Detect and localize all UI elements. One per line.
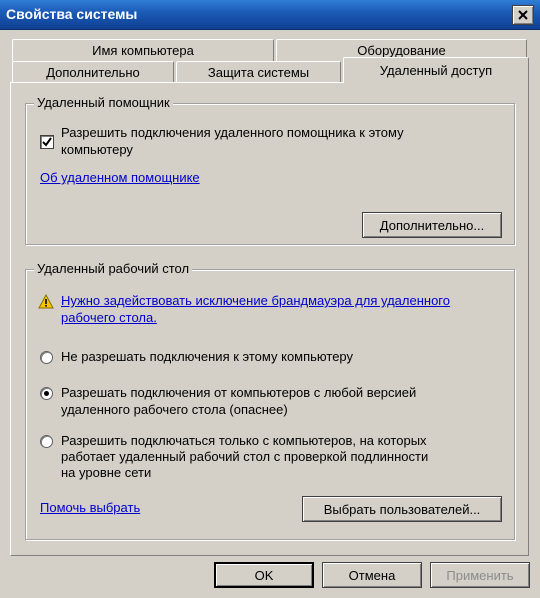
button-label: Применить: [446, 567, 514, 583]
button-label: Выбрать пользователей...: [323, 501, 481, 517]
allow-assistance-label-2: компьютеру: [61, 142, 133, 157]
firewall-warning-link-2[interactable]: рабочего стола.: [61, 310, 157, 326]
dialog-body: Имя компьютера Оборудование Дополнительн…: [0, 30, 540, 598]
tab-remote[interactable]: Удаленный доступ: [343, 57, 529, 83]
button-label: Дополнительно...: [379, 217, 485, 233]
firewall-warning-link-1[interactable]: Нужно задействовать исключение брандмауэ…: [61, 293, 450, 309]
tab-label: Удаленный доступ: [379, 63, 493, 78]
allow-assistance-checkbox[interactable]: [40, 135, 54, 149]
radio-allow-any-version[interactable]: [40, 387, 53, 400]
apply-button[interactable]: Применить: [430, 562, 530, 588]
about-assistance-link[interactable]: Об удаленном помощнике: [40, 170, 200, 186]
option-nla-label-2: работает удаленный рабочий стол с провер…: [61, 449, 429, 464]
button-label: Отмена: [348, 567, 396, 583]
remote-desktop-group: Удаленный рабочий стол Нужно задействова…: [25, 261, 515, 540]
tab-label: Дополнительно: [46, 65, 140, 80]
tab-advanced[interactable]: Дополнительно: [12, 61, 174, 83]
cancel-button[interactable]: Отмена: [322, 562, 422, 588]
window-title: Свойства системы: [6, 6, 138, 22]
radio-deny-connections[interactable]: [40, 351, 53, 364]
allow-assistance-label-1: Разрешить подключения удаленного помощни…: [61, 125, 404, 140]
select-users-button[interactable]: Выбрать пользователей...: [302, 496, 502, 522]
remote-desktop-legend: Удаленный рабочий стол: [34, 261, 193, 276]
close-button[interactable]: [512, 5, 534, 25]
option-deny-label: Не разрешать подключения к этому компьют…: [61, 349, 354, 364]
ok-button[interactable]: OK: [214, 562, 314, 588]
checkmark-icon: [42, 137, 52, 147]
remote-assistance-legend: Удаленный помощник: [34, 95, 173, 110]
option-nla-label-3: на уровне сети: [61, 465, 152, 480]
assistance-advanced-button[interactable]: Дополнительно...: [362, 212, 502, 238]
option-nla-label-1: Разрешить подключаться только с компьюте…: [61, 433, 427, 448]
radio-allow-nla-only[interactable]: [40, 435, 53, 448]
tab-label: Оборудование: [357, 43, 446, 58]
close-icon: [518, 10, 528, 20]
tab-computer-name[interactable]: Имя компьютера: [12, 39, 274, 61]
help-choose-link[interactable]: Помочь выбрать: [40, 500, 140, 516]
tab-label: Имя компьютера: [92, 43, 194, 58]
radio-selected-dot: [44, 391, 49, 396]
tab-panel-remote: Удаленный помощник Разрешить подключения…: [10, 82, 529, 556]
warning-icon: [38, 294, 54, 309]
tab-label: Защита системы: [207, 65, 310, 80]
option-any-version-label-1: Разрешать подключения от компьютеров с л…: [61, 385, 417, 400]
tab-system-protection[interactable]: Защита системы: [176, 61, 341, 83]
remote-assistance-group: Удаленный помощник Разрешить подключения…: [25, 95, 515, 245]
option-any-version-label-2: удаленного рабочего стола (опаснее): [61, 402, 288, 417]
button-label: OK: [254, 567, 274, 583]
title-bar: Свойства системы: [0, 0, 540, 30]
